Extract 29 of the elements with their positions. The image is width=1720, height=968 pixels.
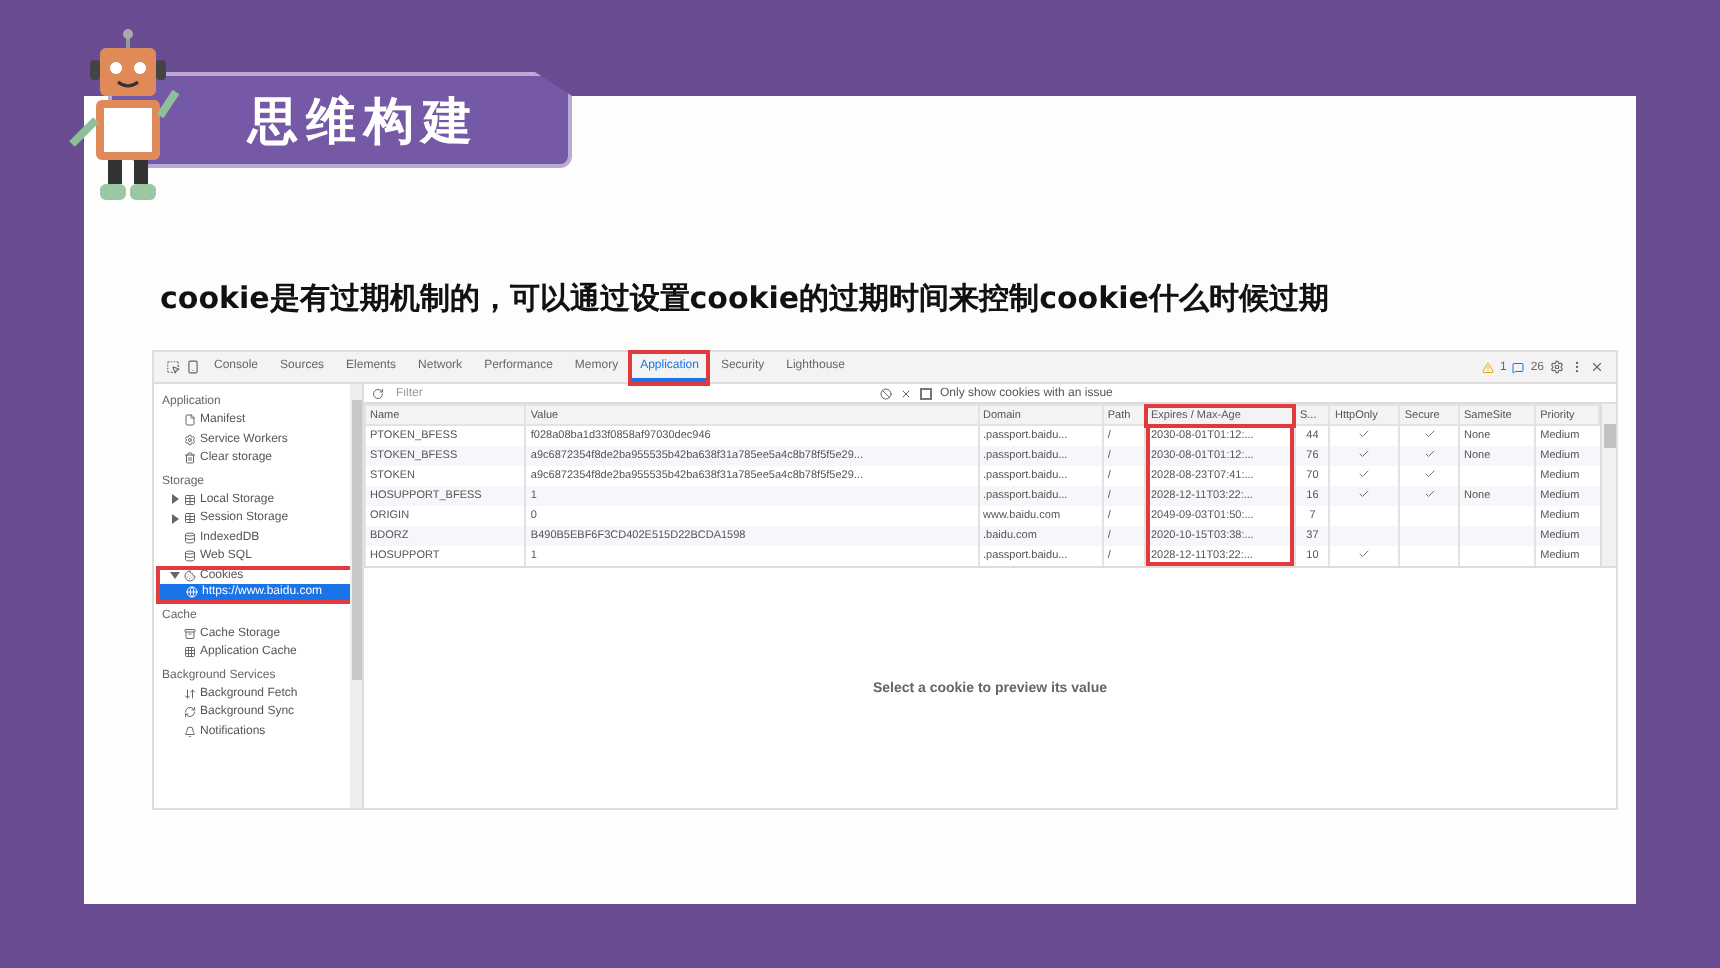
- check-icon: [1358, 548, 1371, 560]
- grid-icon: [184, 646, 196, 659]
- database-icon: [184, 531, 196, 544]
- close-icon[interactable]: [1590, 360, 1604, 374]
- clear-icon[interactable]: [880, 387, 892, 399]
- warning-icon: [1481, 361, 1494, 373]
- heading-text: cookie是有过期机制的，可以通过设置cookie的过期时间来控制cookie什么时候过期: [160, 280, 1331, 318]
- file-icon: [184, 414, 196, 427]
- more-icon[interactable]: [1570, 360, 1584, 374]
- banner-title: 思维构建: [248, 89, 480, 153]
- cookie-icon: [184, 569, 196, 582]
- trash-icon: [184, 452, 196, 465]
- checkbox[interactable]: [920, 387, 932, 399]
- bell-icon: [184, 725, 196, 738]
- device-icon[interactable]: [186, 360, 200, 374]
- archive-icon: [184, 627, 196, 640]
- caret-down-icon[interactable]: [170, 570, 180, 581]
- settings-icon[interactable]: [1550, 360, 1564, 374]
- inspect-icon[interactable]: [166, 360, 180, 374]
- table-icon: [184, 493, 196, 506]
- table-icon: [184, 512, 196, 525]
- refresh-icon: [184, 706, 196, 719]
- globe-icon: [186, 586, 198, 599]
- database-icon: [184, 550, 196, 563]
- close-icon[interactable]: [900, 387, 912, 399]
- settings-icon: [184, 433, 196, 446]
- refresh-icon[interactable]: [372, 387, 384, 399]
- message-icon: [1512, 361, 1525, 373]
- arrows-icon: [184, 687, 196, 700]
